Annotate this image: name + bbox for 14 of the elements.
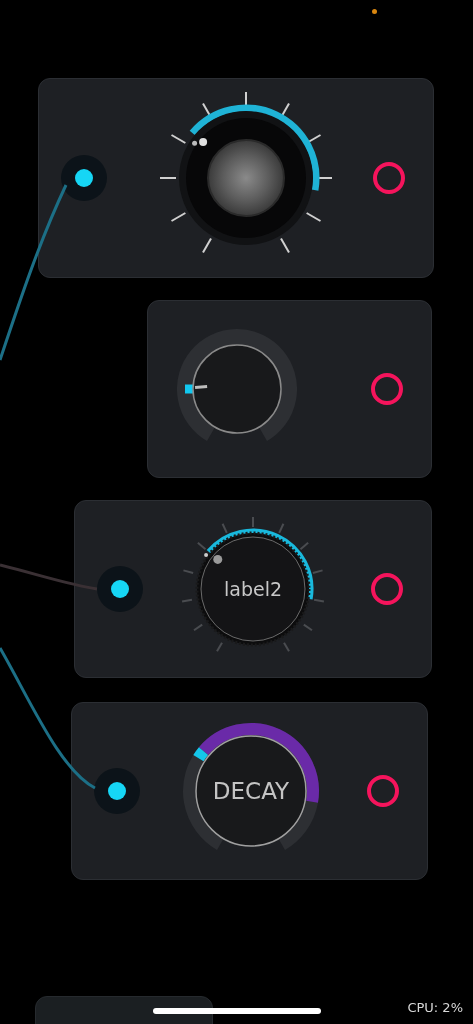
output-port[interactable] — [371, 373, 403, 405]
input-port[interactable] — [94, 768, 140, 814]
knob[interactable] — [181, 516, 325, 653]
input-port[interactable] — [61, 155, 107, 201]
input-port[interactable] — [97, 566, 143, 612]
output-port[interactable] — [367, 775, 399, 807]
knob[interactable] — [177, 329, 297, 441]
output-port[interactable] — [373, 162, 405, 194]
output-port[interactable] — [371, 573, 403, 605]
knob-label: label2 — [224, 578, 282, 600]
knob-label: DECAY — [212, 778, 290, 804]
knob[interactable] — [159, 91, 333, 254]
cpu-usage: CPU: 2% — [407, 999, 463, 1017]
knob[interactable] — [183, 723, 319, 850]
